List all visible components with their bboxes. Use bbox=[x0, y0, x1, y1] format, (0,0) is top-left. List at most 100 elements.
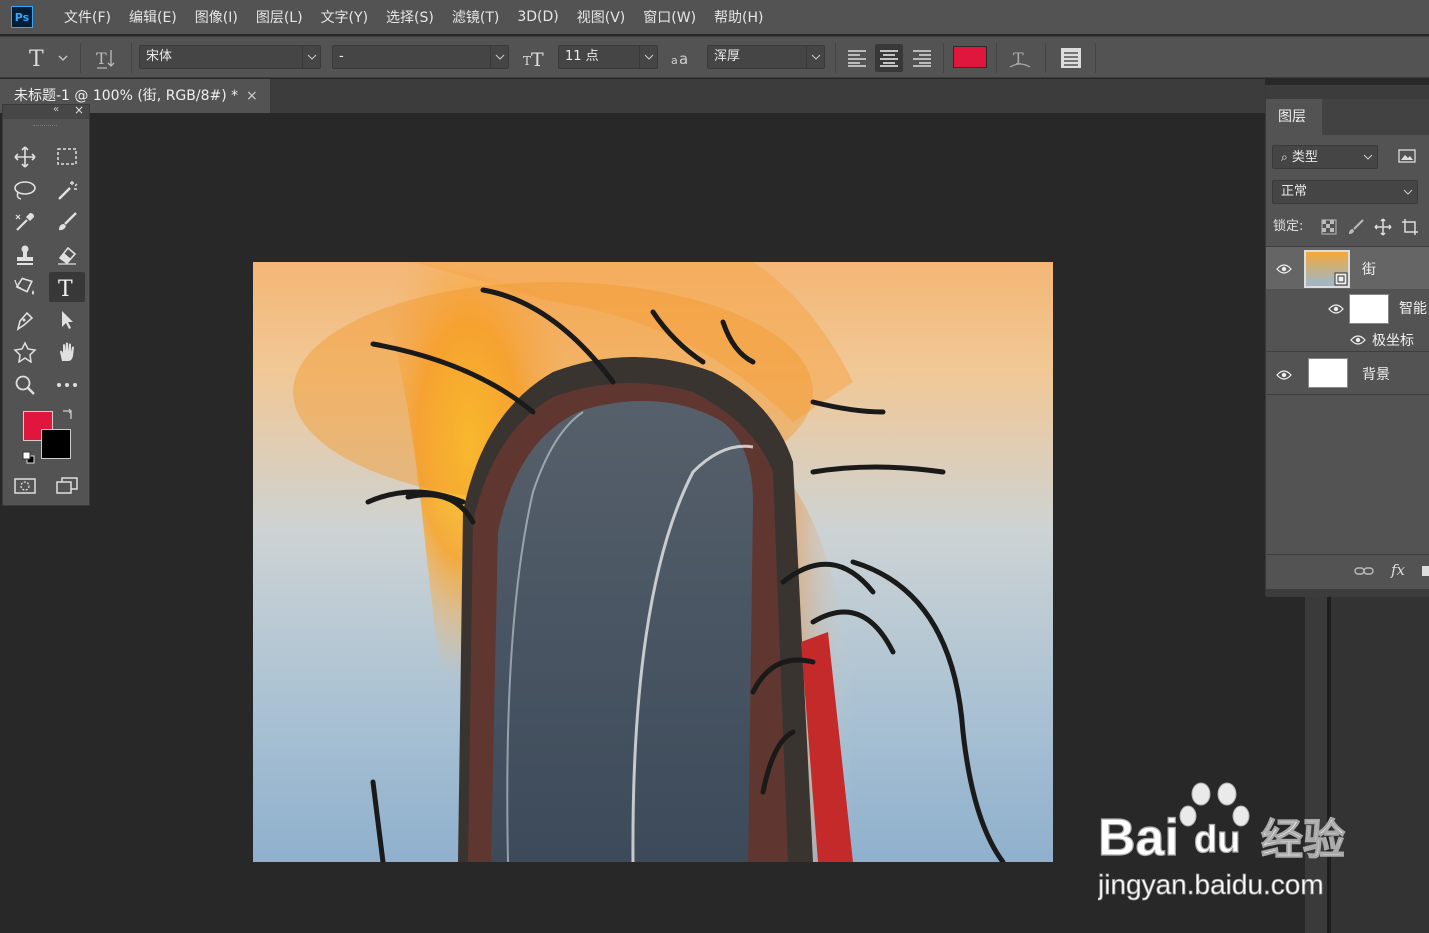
menu-help[interactable]: 帮助(H) bbox=[705, 7, 772, 27]
layer-row-polar-filter[interactable]: 极坐标 bbox=[1266, 329, 1429, 351]
add-mask-icon[interactable] bbox=[1421, 565, 1429, 581]
marquee-tool[interactable] bbox=[49, 142, 85, 172]
filter-image-icon[interactable] bbox=[1398, 149, 1416, 167]
more-tools[interactable] bbox=[49, 370, 85, 400]
close-icon[interactable]: × bbox=[74, 103, 84, 117]
antialias-select[interactable]: 浑厚 bbox=[707, 45, 825, 69]
quick-mask-button[interactable] bbox=[7, 471, 43, 501]
move-tool[interactable] bbox=[7, 142, 43, 172]
layer-row-street[interactable]: 街 bbox=[1266, 246, 1429, 289]
layer-row-background[interactable]: 背景 bbox=[1266, 351, 1429, 394]
tools-panel: « × T bbox=[2, 103, 90, 506]
brush-icon bbox=[59, 212, 77, 231]
swap-colors-icon[interactable] bbox=[61, 407, 75, 425]
text-orientation-icon: T bbox=[96, 49, 115, 69]
menu-3d[interactable]: 3D(D) bbox=[508, 9, 567, 25]
filter-name[interactable]: 极坐标 bbox=[1372, 330, 1414, 350]
lock-position-icon[interactable] bbox=[1374, 218, 1392, 240]
background-color[interactable] bbox=[41, 429, 71, 459]
layer-row-smart-filters[interactable]: 智能 bbox=[1266, 289, 1429, 329]
lasso-tool[interactable] bbox=[7, 175, 43, 205]
collapse-icon[interactable]: « bbox=[53, 104, 59, 115]
text-color-swatch[interactable] bbox=[953, 46, 987, 68]
svg-text:T: T bbox=[523, 54, 531, 68]
type-tool[interactable]: T bbox=[49, 272, 85, 302]
font-style-value: - bbox=[339, 49, 344, 64]
menu-edit[interactable]: 编辑(E) bbox=[120, 7, 186, 27]
separator bbox=[131, 43, 132, 73]
menu-layer[interactable]: 图层(L) bbox=[247, 7, 312, 27]
warp-text-button[interactable]: T bbox=[1006, 45, 1034, 71]
layer-style-fx-button[interactable]: fx bbox=[1391, 561, 1405, 579]
layer-name[interactable]: 背景 bbox=[1362, 364, 1390, 384]
align-right-button[interactable] bbox=[908, 44, 936, 72]
menu-filter[interactable]: 滤镜(T) bbox=[443, 7, 508, 27]
default-colors-icon[interactable] bbox=[22, 451, 36, 469]
pen-tool[interactable] bbox=[7, 305, 43, 335]
zoom-tool[interactable] bbox=[7, 370, 43, 400]
canvas-image bbox=[293, 262, 1006, 862]
document-canvas[interactable] bbox=[253, 262, 1053, 862]
hand-tool[interactable] bbox=[49, 337, 85, 367]
antialias-icon: aa bbox=[668, 45, 696, 71]
menu-bar: Ps 文件(F) 编辑(E) 图像(I) 图层(L) 文字(Y) 选择(S) 滤… bbox=[0, 0, 1429, 34]
paint-bucket-icon bbox=[14, 277, 34, 295]
ellipsis-icon bbox=[57, 383, 77, 387]
lock-pixels-icon[interactable] bbox=[1348, 219, 1364, 239]
stamp-tool[interactable] bbox=[7, 240, 43, 270]
layers-footer: fx bbox=[1266, 554, 1429, 597]
chevron-down-icon bbox=[302, 46, 320, 68]
eraser-icon bbox=[58, 246, 77, 265]
menu-file[interactable]: 文件(F) bbox=[55, 7, 120, 27]
align-center-icon bbox=[880, 50, 898, 67]
visibility-eye-icon[interactable] bbox=[1326, 302, 1346, 316]
font-style-select[interactable]: - bbox=[332, 45, 509, 69]
tab-layers[interactable]: 图层 bbox=[1266, 99, 1322, 135]
magic-wand-tool[interactable] bbox=[49, 175, 85, 205]
font-size-icon: TT bbox=[522, 45, 548, 71]
panel-header[interactable] bbox=[1266, 85, 1429, 99]
tool-preset-picker[interactable]: T bbox=[24, 45, 70, 71]
layer-thumbnail bbox=[1304, 250, 1350, 288]
visibility-eye-icon[interactable] bbox=[1274, 262, 1294, 276]
menu-image[interactable]: 图像(I) bbox=[186, 7, 247, 27]
lock-artboard-icon[interactable] bbox=[1401, 218, 1419, 240]
tools-panel-header[interactable]: « × bbox=[3, 103, 89, 119]
eraser-tool[interactable] bbox=[49, 240, 85, 270]
text-orientation-toggle[interactable]: T bbox=[92, 45, 122, 71]
custom-shape-tool[interactable] bbox=[7, 337, 43, 367]
font-family-select[interactable]: 宋体 bbox=[139, 45, 321, 69]
panel-grip[interactable] bbox=[33, 125, 57, 128]
photoshop-logo[interactable]: Ps bbox=[11, 6, 33, 28]
menu-view[interactable]: 视图(V) bbox=[568, 7, 635, 27]
magnifier-icon bbox=[15, 375, 35, 395]
layer-filter-select[interactable]: ⌕ 类型 bbox=[1272, 145, 1378, 169]
custom-shape-icon bbox=[13, 341, 37, 363]
pen-icon bbox=[16, 311, 34, 331]
menu-select[interactable]: 选择(S) bbox=[377, 7, 443, 27]
screen-mode-button[interactable] bbox=[49, 471, 85, 501]
character-panel-button[interactable] bbox=[1056, 45, 1086, 71]
lock-transparent-icon[interactable] bbox=[1321, 219, 1337, 239]
path-selection-tool[interactable] bbox=[49, 305, 85, 335]
visibility-eye-icon[interactable] bbox=[1348, 333, 1368, 347]
paint-bucket-tool[interactable] bbox=[7, 272, 43, 302]
align-left-icon bbox=[848, 50, 866, 67]
align-center-button[interactable] bbox=[875, 44, 903, 72]
brush-tool[interactable] bbox=[49, 207, 85, 237]
blend-mode-select[interactable]: 正常 bbox=[1272, 180, 1418, 204]
panel-tab-bar: 图层 bbox=[1266, 99, 1429, 135]
link-layers-icon[interactable] bbox=[1354, 565, 1374, 581]
font-size-select[interactable]: 11 点 bbox=[558, 45, 658, 69]
search-icon: ⌕ bbox=[1281, 150, 1288, 164]
visibility-eye-icon[interactable] bbox=[1274, 368, 1294, 382]
align-left-button[interactable] bbox=[843, 44, 871, 72]
layer-filter-value: 类型 bbox=[1291, 150, 1318, 165]
close-icon[interactable]: × bbox=[246, 79, 258, 113]
eyedropper-tool[interactable] bbox=[7, 207, 43, 237]
menu-window[interactable]: 窗口(W) bbox=[634, 7, 705, 27]
menu-type[interactable]: 文字(Y) bbox=[312, 7, 377, 27]
arrow-select-icon bbox=[62, 311, 73, 329]
layer-name[interactable]: 街 bbox=[1362, 259, 1376, 279]
chevron-down-icon bbox=[1363, 146, 1373, 168]
